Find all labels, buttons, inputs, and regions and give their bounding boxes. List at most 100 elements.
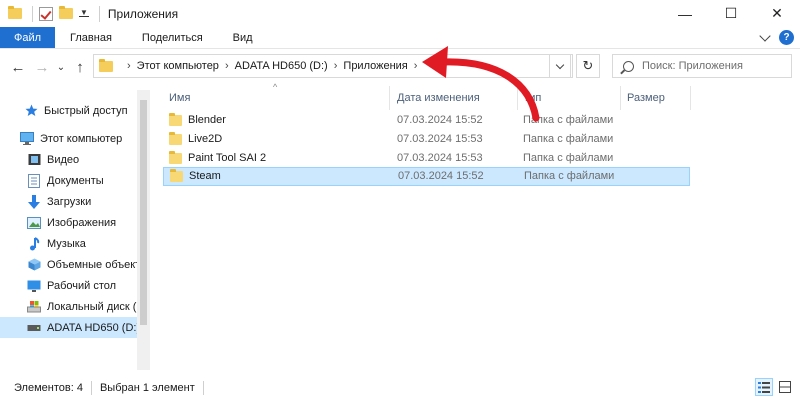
breadcrumb-separator[interactable]: › xyxy=(414,60,418,72)
sidebar-item-this-pc[interactable]: Этот компьютер xyxy=(0,128,137,149)
divider xyxy=(90,380,92,395)
recent-locations-button[interactable]: ⌄ xyxy=(54,55,68,79)
large-icons-view-icon xyxy=(779,381,791,393)
expand-ribbon-icon[interactable] xyxy=(759,30,771,42)
column-header-label: Имя xyxy=(169,92,191,104)
documents-icon xyxy=(27,173,41,188)
sidebar-item-label: Рабочий стол xyxy=(47,279,117,292)
file-name: Live2D xyxy=(188,133,223,145)
breadcrumb-current-folder[interactable]: Приложения xyxy=(343,60,407,72)
tab-file[interactable]: Файл xyxy=(0,27,56,48)
breadcrumb-separator: › xyxy=(127,60,131,72)
close-button[interactable]: ✕ xyxy=(754,0,800,27)
divider xyxy=(202,380,204,395)
breadcrumb-this-pc[interactable]: Этот компьютер xyxy=(137,60,219,72)
file-type: Папка с файлами xyxy=(523,152,614,164)
column-header-label: Размер xyxy=(627,92,665,104)
music-icon xyxy=(27,236,41,251)
sidebar-item-label: Быстрый доступ xyxy=(44,104,128,117)
breadcrumb-drive[interactable]: ADATA HD650 (D:) xyxy=(235,60,328,72)
file-date: 07.03.2024 15:53 xyxy=(397,152,483,164)
sidebar-item-label: ADATA HD650 (D:) xyxy=(47,321,137,334)
sidebar-item-pictures[interactable]: Изображения xyxy=(0,212,137,233)
file-date: 07.03.2024 15:52 xyxy=(398,170,484,182)
breadcrumb-separator[interactable]: › xyxy=(334,60,338,72)
file-row[interactable]: Live2D 07.03.2024 15:53 Папка с файлами xyxy=(163,131,690,150)
sidebar-item-label: Музыка xyxy=(47,237,86,250)
pictures-icon xyxy=(27,216,41,230)
customize-toolbar-icon[interactable]: ▼ xyxy=(79,9,89,17)
tab-share[interactable]: Поделиться xyxy=(127,27,218,48)
star-icon xyxy=(24,104,38,118)
folder-icon xyxy=(99,58,113,72)
sidebar-item-downloads[interactable]: Загрузки xyxy=(0,191,137,212)
search-icon xyxy=(623,60,634,72)
divider xyxy=(98,5,100,22)
details-view-button[interactable] xyxy=(755,378,773,396)
item-count: Элементов: 4 xyxy=(14,381,83,394)
file-row-selected[interactable]: Steam 07.03.2024 15:52 Папка с файлами xyxy=(163,167,690,186)
back-button[interactable]: ← xyxy=(6,55,30,79)
file-name: Steam xyxy=(189,170,221,182)
ribbon-tabs: Файл Главная Поделиться Вид ? xyxy=(0,27,800,49)
sidebar-item-label: Этот компьютер xyxy=(40,132,123,145)
quick-access-toolbar: ▼ xyxy=(8,5,100,22)
folder-icon xyxy=(169,131,182,145)
download-icon xyxy=(27,194,41,209)
details-view-icon xyxy=(758,381,770,393)
sidebar-item-3d-objects[interactable]: Объемные объекты xyxy=(0,254,137,275)
file-type: Папка с файлами xyxy=(524,170,615,182)
breadcrumb-separator[interactable]: › xyxy=(225,60,229,72)
help-icon[interactable]: ? xyxy=(779,30,794,45)
forward-button[interactable]: → xyxy=(30,55,54,79)
folder-icon xyxy=(170,168,183,182)
file-name-cell: Steam xyxy=(170,168,221,182)
sidebar-item-documents[interactable]: Документы xyxy=(0,170,137,191)
column-header-size[interactable]: Размер xyxy=(621,86,691,110)
computer-icon xyxy=(20,132,34,146)
external-drive-icon xyxy=(27,321,41,335)
3d-objects-icon xyxy=(27,258,41,272)
column-header-name[interactable]: Имя ^ xyxy=(163,82,390,110)
large-icons-view-button[interactable] xyxy=(776,378,794,396)
refresh-button[interactable]: ↻ xyxy=(576,54,600,78)
search-placeholder: Поиск: Приложения xyxy=(642,60,743,72)
view-switcher xyxy=(755,378,794,396)
window-controls: — ☐ ✕ xyxy=(662,0,800,27)
ribbon-controls: ? xyxy=(759,30,794,45)
sidebar-item-label: Локальный диск ( xyxy=(47,300,137,313)
address-dropdown-button[interactable] xyxy=(549,54,571,78)
tab-view[interactable]: Вид xyxy=(218,27,268,48)
folder-icon xyxy=(169,112,182,126)
tab-home[interactable]: Главная xyxy=(55,27,127,48)
sidebar-item-label: Видео xyxy=(47,153,80,166)
desktop-icon xyxy=(27,279,41,293)
sidebar-item-video[interactable]: Видео xyxy=(0,149,137,170)
file-name: Paint Tool SAI 2 xyxy=(188,152,267,164)
properties-icon[interactable] xyxy=(39,6,53,21)
sidebar-item-adata-drive[interactable]: ADATA HD650 (D:) xyxy=(0,317,137,338)
search-box[interactable]: Поиск: Приложения xyxy=(612,54,792,78)
chevron-down-icon xyxy=(555,60,565,69)
sidebar-item-label: Документы xyxy=(47,174,104,187)
up-button[interactable]: ↑ xyxy=(68,55,92,79)
red-arrow-annotation xyxy=(422,46,540,122)
file-name-cell: Live2D xyxy=(169,131,223,145)
sidebar-scrollbar-thumb[interactable] xyxy=(140,100,147,325)
sidebar-item-local-disk[interactable]: Локальный диск ( xyxy=(0,296,137,317)
sidebar-item-quick-access[interactable]: Быстрый доступ xyxy=(0,100,137,121)
sidebar-item-music[interactable]: Музыка xyxy=(0,233,137,254)
minimize-button[interactable]: — xyxy=(662,0,708,27)
window-title: Приложения xyxy=(107,6,179,21)
navigation-bar: ← → ⌄ ↑ › Этот компьютер › ADATA HD650 (… xyxy=(0,49,800,85)
new-folder-icon[interactable] xyxy=(59,6,73,19)
file-name-cell: Blender xyxy=(169,112,226,126)
sidebar-item-desktop[interactable]: Рабочий стол xyxy=(0,275,137,296)
status-bar: Элементов: 4 Выбран 1 элемент xyxy=(0,376,800,399)
file-type: Папка с файлами xyxy=(523,133,614,145)
maximize-button[interactable]: ☐ xyxy=(708,0,754,27)
selection-count: Выбран 1 элемент xyxy=(99,381,195,394)
sidebar-item-label: Загрузки xyxy=(47,195,92,208)
video-icon xyxy=(27,153,41,167)
sidebar-item-label: Изображения xyxy=(47,216,117,229)
